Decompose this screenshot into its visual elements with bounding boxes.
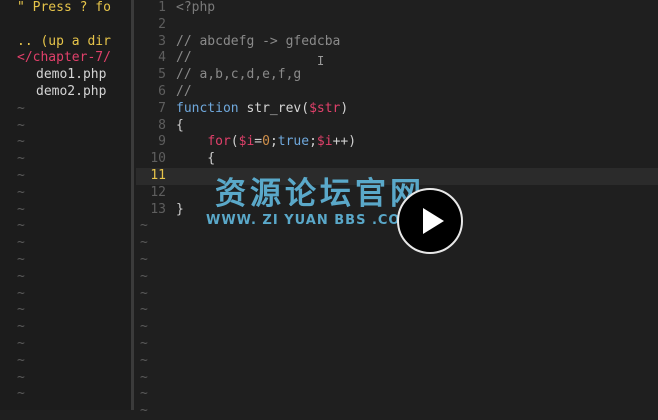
line-number: 4 (158, 50, 166, 66)
code-line[interactable]: 8{ (136, 118, 658, 135)
code-line[interactable]: 5 // a,b,c,d,e,f,g (136, 67, 658, 84)
line-number: 8 (158, 117, 166, 133)
empty-line-marker: ~ (140, 235, 148, 251)
code-token: { (176, 151, 216, 167)
code-line[interactable]: 10 { (136, 151, 658, 168)
editor-empty-lines: ~ ~ ~ ~ ~ ~ ~ ~ ~ ~ ~ ~ (136, 218, 658, 420)
line-number: 6 (158, 83, 166, 99)
empty-line-marker: ~ (17, 100, 25, 116)
play-icon (423, 208, 444, 234)
empty-line-marker: ~ (140, 403, 148, 419)
empty-line-marker: ~ (17, 201, 25, 217)
code-text: { (176, 151, 215, 168)
code-token: { (176, 117, 184, 133)
line-number: 3 (158, 33, 166, 49)
empty-line-marker: ~ (17, 268, 25, 284)
file-tree-up-dir[interactable]: .. (up a dir (0, 34, 131, 51)
code-token: // a,b,c,d,e,f,g (176, 67, 302, 83)
code-token: 0 (262, 134, 270, 150)
empty-line-marker: ~ (17, 352, 25, 368)
empty-line-marker: ~ (140, 386, 148, 402)
code-token: ) (340, 100, 349, 116)
code-line[interactable]: 7 function str_rev($str) (136, 101, 658, 118)
line-number: 11 (150, 167, 166, 183)
code-text: for($i=0;true;$i++) (176, 134, 356, 151)
code-token: ( (230, 134, 239, 150)
empty-line-marker: ~ (17, 369, 25, 385)
empty-line-marker: ~ (17, 335, 25, 351)
file-tree-empty-lines: ~ ~ ~ ~ ~ ~ ~ ~ ~ ~ ~ ~ ~ ~ ~ ~ ~ ~ (0, 101, 131, 403)
line-number: 5 (158, 67, 166, 83)
code-text: // (176, 84, 192, 101)
line-number: 13 (150, 201, 166, 217)
file-tree-item-demo2[interactable]: demo2.php (0, 84, 131, 101)
empty-line-marker: ~ (140, 369, 148, 385)
code-token: // (176, 50, 192, 66)
empty-line-marker: ~ (17, 167, 25, 183)
line-number: 7 (158, 100, 166, 116)
empty-line-marker: ~ (17, 117, 25, 133)
empty-line-marker: ~ (17, 218, 25, 234)
code-token: for (207, 134, 231, 150)
code-text: { (176, 118, 184, 135)
empty-line-marker: ~ (17, 285, 25, 301)
empty-line-marker: ~ (17, 184, 25, 200)
play-button[interactable] (397, 188, 463, 254)
code-token: $i (316, 134, 333, 150)
file-tree-help-text: " Press ? fo (17, 0, 111, 15)
code-line[interactable]: 4 // (136, 50, 658, 67)
code-text: // abcdefg -> gfedcba (176, 34, 340, 51)
code-token: ; (269, 134, 278, 150)
code-token: <?php (176, 0, 216, 15)
code-token: ; (309, 134, 317, 150)
code-token: true (277, 134, 310, 150)
code-line[interactable]: 1 <?php (136, 0, 658, 17)
file-tree-spacer (0, 17, 131, 34)
empty-line-marker: ~ (140, 335, 148, 351)
code-text: } (176, 202, 184, 219)
empty-line-marker: ~ (17, 302, 25, 318)
code-token: $i (238, 134, 255, 150)
empty-line-marker: ~ (17, 235, 25, 251)
empty-line-marker: ~ (17, 251, 25, 267)
code-token: // abcdefg -> gfedcba (176, 33, 341, 49)
code-token: // (176, 83, 192, 99)
code-token: str_rev( (238, 100, 310, 116)
empty-line-marker: ~ (140, 251, 148, 267)
code-token: } (176, 201, 184, 217)
code-text: // a,b,c,d,e,f,g (176, 67, 301, 84)
window-split-divider[interactable] (131, 0, 134, 410)
empty-line-marker: ~ (140, 352, 148, 368)
file-tree-pane: " Press ? fo .. (up a dir </chapter-7/ d… (0, 0, 131, 410)
code-token: $str (309, 100, 341, 116)
code-text: <?php (176, 0, 215, 17)
empty-line-marker: ~ (17, 386, 25, 402)
empty-line-marker: ~ (17, 319, 25, 335)
code-token: function (176, 100, 239, 116)
code-line[interactable]: 9 for($i=0;true;$i++) (136, 134, 658, 151)
code-token: ++ (332, 134, 349, 150)
line-number: 1 (158, 0, 166, 15)
file-tree-current-dir[interactable]: </chapter-7/ (0, 50, 131, 67)
code-token: = (254, 134, 263, 150)
empty-line-marker: ~ (17, 134, 25, 150)
line-number: 12 (150, 184, 166, 200)
line-number: 10 (150, 151, 166, 167)
code-token: ) (348, 134, 357, 150)
empty-line-marker: ~ (140, 319, 148, 335)
empty-line-marker: ~ (140, 302, 148, 318)
code-text: function str_rev($str) (176, 101, 348, 118)
code-line[interactable]: 3 // abcdefg -> gfedcba (136, 34, 658, 51)
code-line[interactable]: 6 // (136, 84, 658, 101)
code-text: // (176, 50, 192, 67)
line-number: 2 (158, 16, 166, 32)
empty-line-marker: ~ (17, 151, 25, 167)
empty-line-marker: ~ (140, 285, 148, 301)
code-line[interactable]: 2 (136, 17, 658, 34)
ibeam-cursor-icon: I (317, 54, 325, 68)
empty-line-marker: ~ (140, 268, 148, 284)
file-tree-item-demo1[interactable]: demo1.php (0, 67, 131, 84)
line-number: 9 (158, 134, 166, 150)
